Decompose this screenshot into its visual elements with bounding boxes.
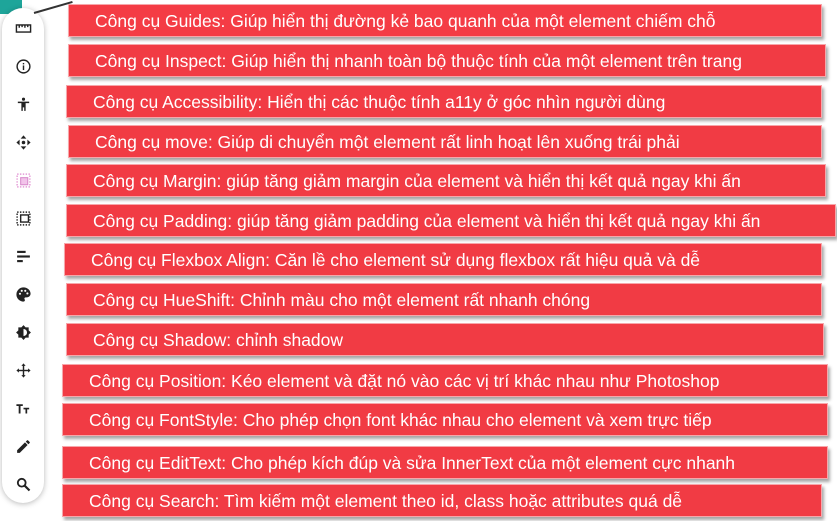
callout-margin: Công cụ Margin: giúp tăng giảm margin củ…: [66, 164, 826, 197]
margin-tool-button[interactable]: [2, 160, 44, 200]
guides-tool-button[interactable]: [2, 8, 44, 48]
callout-inspect: Công cụ Inspect: Giúp hiển thị nhanh toà…: [68, 44, 826, 77]
hueshift-tool-button[interactable]: [2, 274, 44, 314]
align-icon: [16, 250, 30, 262]
move-tool-button[interactable]: [2, 122, 44, 162]
callout-padding: Công cụ Padding: giúp tăng giảm padding …: [66, 204, 836, 237]
shadow-tool-button[interactable]: [2, 312, 44, 352]
callout-hueshift: Công cụ HueShift: Chỉnh màu cho một elem…: [66, 283, 822, 316]
callout-position: Công cụ Position: Kéo element và đặt nó …: [62, 364, 828, 397]
move-icon: [15, 134, 31, 150]
callout-edittext: Công cụ EditText: Cho phép kích đúp và s…: [62, 446, 828, 479]
flexbox-align-tool-button[interactable]: [2, 236, 44, 276]
info-icon: [15, 58, 31, 74]
search-icon: [16, 477, 30, 491]
accessibility-icon: [17, 97, 29, 111]
callout-move: Công cụ move: Giúp di chuyển một element…: [68, 125, 822, 158]
accessibility-tool-button[interactable]: [2, 84, 44, 124]
callout-flexbox-align: Công cụ Flexbox Align: Căn lề cho elemen…: [64, 243, 822, 276]
callout-fontstyle: Công cụ FontStyle: Cho phép chọn font kh…: [62, 403, 828, 436]
callout-shadow: Công cụ Shadow: chỉnh shadow: [66, 323, 824, 356]
shadow-icon: [15, 324, 31, 340]
padding-tool-button[interactable]: [2, 198, 44, 238]
position-icon: [15, 362, 31, 378]
inspect-tool-button[interactable]: [2, 46, 44, 86]
pencil-icon: [16, 439, 30, 453]
tool-sidebar: [2, 8, 44, 503]
font-size-icon: [15, 403, 29, 413]
position-tool-button[interactable]: [2, 350, 44, 390]
search-tool-button[interactable]: [2, 464, 44, 504]
edittext-tool-button[interactable]: [2, 426, 44, 466]
callout-search: Công cụ Search: Tìm kiếm một element the…: [62, 484, 822, 517]
padding-icon: [15, 210, 31, 226]
callout-accessibility: Công cụ Accessibility: Hiển thị các thuộ…: [66, 85, 822, 118]
margin-icon: [15, 172, 31, 188]
palette-icon: [15, 286, 31, 302]
callout-guides: Công cụ Guides: Giúp hiển thị đường kẻ b…: [68, 4, 822, 37]
fontstyle-tool-button[interactable]: [2, 388, 44, 428]
ruler-icon: [15, 23, 31, 33]
